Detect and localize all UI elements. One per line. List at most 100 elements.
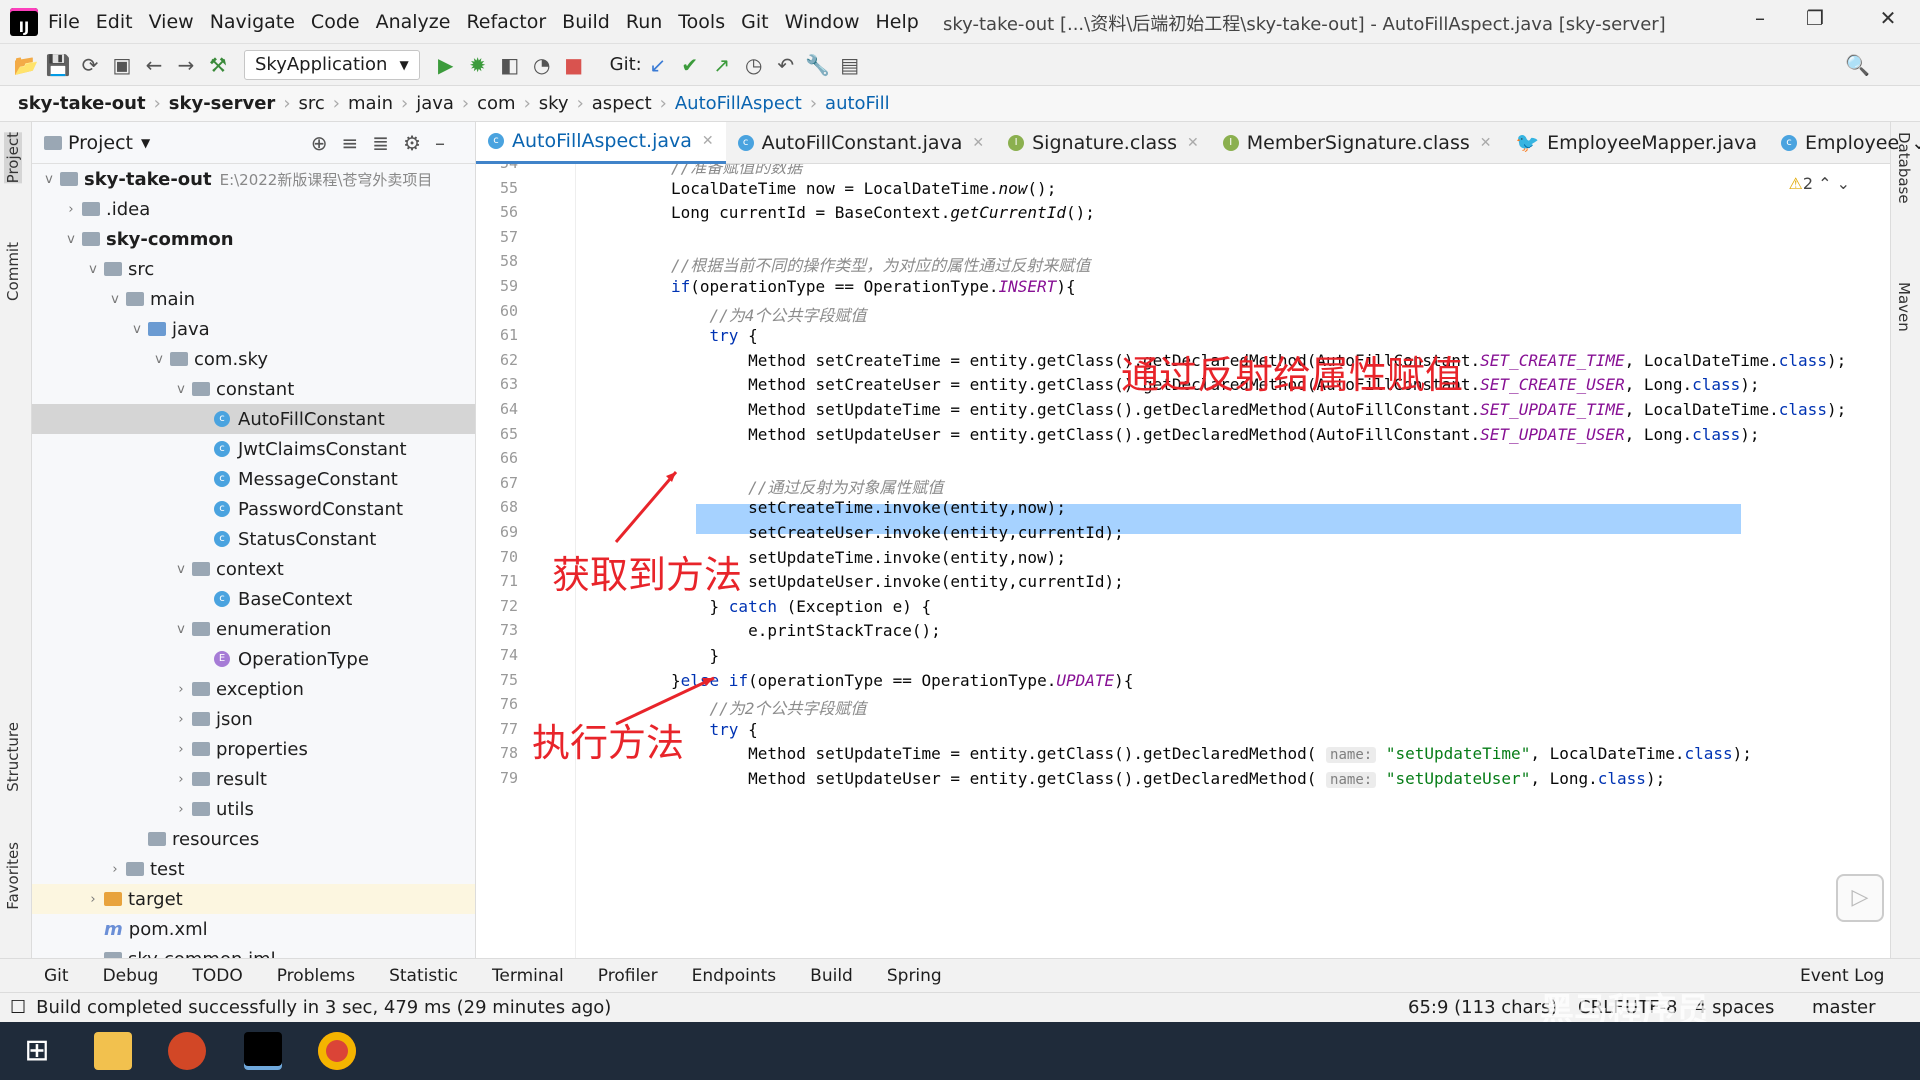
project-structure-icon[interactable]: ▣ — [106, 53, 138, 77]
project-panel-title[interactable]: Project — [68, 132, 133, 154]
debug-icon[interactable]: ✹ — [462, 53, 494, 77]
tool-window-todo[interactable]: TODO — [192, 966, 242, 986]
chevron-down-icon[interactable]: v — [82, 262, 104, 277]
save-icon[interactable]: 💾 — [42, 53, 74, 77]
chevron-down-icon[interactable]: v — [170, 382, 192, 397]
search-icon[interactable]: 🔍 — [1845, 53, 1870, 77]
tree-item[interactable]: c JwtClaimsConstant — [32, 434, 475, 464]
status-message[interactable]: Build completed successfully in 3 sec, 4… — [36, 997, 611, 1018]
build-hammer-icon[interactable]: ⚒ — [202, 53, 234, 77]
tool-window-terminal[interactable]: Terminal — [492, 966, 564, 986]
chevron-right-icon[interactable]: › — [170, 742, 192, 757]
tree-item[interactable]: › .idea — [32, 194, 475, 224]
tree-item[interactable]: v constant — [32, 374, 475, 404]
forward-icon[interactable]: → — [170, 53, 202, 77]
editor-tab[interactable]: 🐦 EmployeeMapper.java — [1504, 122, 1770, 164]
powerpoint-icon[interactable] — [168, 1032, 206, 1070]
editor-tab[interactable]: c Employee — [1769, 122, 1911, 164]
chevron-down-icon[interactable]: v — [148, 352, 170, 367]
tool-window-profiler[interactable]: Profiler — [598, 966, 658, 986]
menu-analyze[interactable]: Analyze — [376, 11, 451, 33]
breadcrumb-item[interactable]: java — [416, 93, 454, 114]
chrome-icon[interactable] — [318, 1032, 356, 1070]
tree-item[interactable]: › json — [32, 704, 475, 734]
chevron-right-icon[interactable]: › — [60, 202, 82, 217]
editor-tab[interactable]: I MemberSignature.class ✕ — [1211, 122, 1504, 164]
tree-item[interactable]: sky-common.iml — [32, 944, 475, 958]
breadcrumb-item[interactable]: com — [477, 93, 515, 114]
git-branch[interactable]: master — [1812, 997, 1875, 1018]
close-tab-icon[interactable]: ✕ — [972, 135, 984, 151]
tree-item[interactable]: › exception — [32, 674, 475, 704]
commit-tool-tab[interactable]: Commit — [4, 242, 22, 301]
tree-item[interactable]: v com.sky — [32, 344, 475, 374]
tree-item[interactable]: › properties — [32, 734, 475, 764]
close-tab-icon[interactable]: ✕ — [1187, 135, 1199, 151]
tool-window-problems[interactable]: Problems — [277, 966, 355, 986]
status-square-icon[interactable]: ☐ — [10, 997, 26, 1018]
tree-item[interactable]: v context — [32, 554, 475, 584]
tree-item[interactable]: › result — [32, 764, 475, 794]
favorites-tool-tab[interactable]: Favorites — [4, 842, 22, 910]
chevron-right-icon[interactable]: › — [170, 772, 192, 787]
settings-wrench-icon[interactable]: 🔧 — [802, 53, 834, 77]
menu-refactor[interactable]: Refactor — [466, 11, 546, 33]
chevron-down-icon[interactable]: ▼ — [141, 136, 150, 150]
expand-all-icon[interactable]: ≡ — [342, 131, 373, 155]
close-tab-icon[interactable]: ✕ — [1480, 135, 1492, 151]
breadcrumb-item[interactable]: sky-take-out — [18, 93, 146, 114]
file-explorer-icon[interactable] — [94, 1032, 132, 1070]
sync-icon[interactable]: ⟳ — [74, 53, 106, 77]
tree-root[interactable]: v sky-take-out E:\2022新版课程\苍穹外卖项目 — [32, 164, 475, 194]
tree-item[interactable]: v enumeration — [32, 614, 475, 644]
tree-item[interactable]: c AutoFillConstant — [32, 404, 475, 434]
windows-start-icon[interactable]: ⊞ — [18, 1032, 56, 1070]
restore-button[interactable]: ❐ — [1795, 6, 1835, 36]
project-tool-tab[interactable]: Project — [4, 132, 22, 184]
menu-help[interactable]: Help — [875, 11, 918, 33]
cursor-position[interactable]: 65:9 (113 chars) — [1408, 997, 1557, 1018]
open-icon[interactable]: 📂 — [10, 53, 42, 77]
tree-item[interactable]: › test — [32, 854, 475, 884]
chevron-down-icon[interactable]: v — [60, 232, 82, 247]
tabs-overflow-chevron-icon[interactable]: ⌄ — [1911, 132, 1920, 154]
tool-window-statistic[interactable]: Statistic — [389, 966, 458, 986]
tree-item[interactable]: v java — [32, 314, 475, 344]
run-icon[interactable]: ▶ — [430, 53, 462, 77]
tree-item[interactable]: m pom.xml — [32, 914, 475, 944]
tree-item[interactable]: › target — [32, 884, 475, 914]
gear-icon[interactable]: ⚙ — [403, 131, 435, 155]
chevron-down-icon[interactable]: v — [126, 322, 148, 337]
minimize-button[interactable]: – — [1740, 6, 1780, 36]
editor-tab[interactable]: c AutoFillAspect.java ✕ — [476, 121, 726, 164]
chevron-right-icon[interactable]: › — [170, 682, 192, 697]
play-overlay-icon[interactable]: ▷ — [1836, 874, 1884, 922]
breadcrumb-item[interactable]: AutoFillAspect — [675, 93, 802, 114]
event-log-button[interactable]: Event Log — [1800, 966, 1884, 986]
breadcrumb-item[interactable]: autoFill — [825, 93, 890, 114]
git-push-icon[interactable]: ↗ — [706, 53, 738, 77]
editor-tab[interactable]: I Signature.class ✕ — [996, 122, 1211, 164]
intellij-taskbar-icon[interactable] — [244, 1032, 282, 1070]
git-history-icon[interactable]: ◷ — [738, 53, 770, 77]
tool-window-debug[interactable]: Debug — [103, 966, 159, 986]
menu-view[interactable]: View — [149, 11, 194, 33]
maven-tool-tab[interactable]: Maven — [1895, 282, 1913, 332]
tree-item[interactable]: E OperationType — [32, 644, 475, 674]
breadcrumb-item[interactable]: aspect — [592, 93, 652, 114]
breadcrumb-item[interactable]: main — [348, 93, 393, 114]
breadcrumb-item[interactable]: sky — [539, 93, 569, 114]
profile-icon[interactable]: ◔ — [526, 53, 558, 77]
project-structure-folder-icon[interactable]: ▤ — [834, 53, 866, 77]
tree-item[interactable]: c BaseContext — [32, 584, 475, 614]
tree-item[interactable]: c StatusConstant — [32, 524, 475, 554]
menu-file[interactable]: File — [48, 11, 80, 33]
tool-window-endpoints[interactable]: Endpoints — [692, 966, 777, 986]
menu-tools[interactable]: Tools — [678, 11, 725, 33]
tree-item[interactable]: v sky-common — [32, 224, 475, 254]
chevron-down-icon[interactable]: v — [38, 172, 60, 187]
editor-tab[interactable]: c AutoFillConstant.java ✕ — [726, 122, 997, 164]
tree-item[interactable]: c MessageConstant — [32, 464, 475, 494]
back-icon[interactable]: ← — [138, 53, 170, 77]
structure-tool-tab[interactable]: Structure — [4, 722, 22, 792]
